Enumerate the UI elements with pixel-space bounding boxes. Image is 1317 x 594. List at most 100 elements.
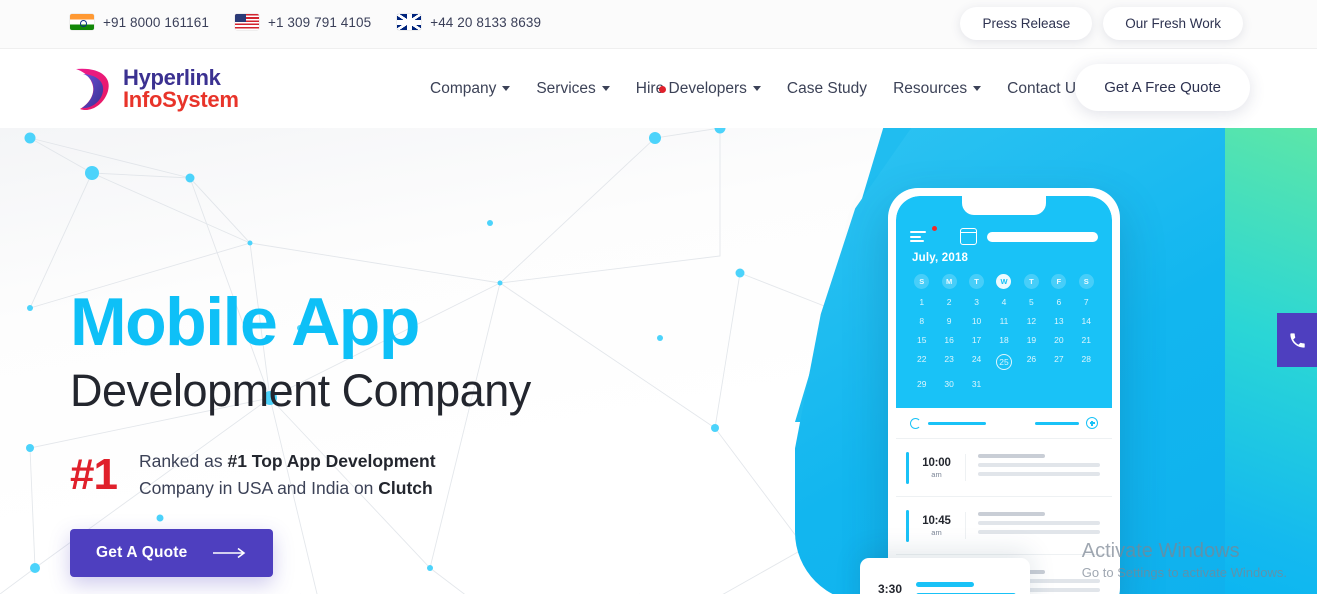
- schedule-slot[interactable]: 10:45 am: [896, 496, 1112, 554]
- calendar-day[interactable]: 23: [935, 352, 962, 371]
- press-release-button[interactable]: Press Release: [960, 7, 1093, 40]
- slot-time-value: 10:45: [922, 514, 951, 527]
- chevron-down-icon: [973, 86, 982, 91]
- calendar-day[interactable]: 2: [935, 295, 962, 308]
- calendar-dow-active: W: [990, 274, 1017, 289]
- phone-notch: [962, 196, 1046, 215]
- phone-item-uk[interactable]: +44 20 8133 8639: [397, 14, 541, 30]
- calendar-day[interactable]: 28: [1073, 352, 1100, 371]
- slot-placeholder-lines: [964, 454, 1113, 481]
- top-bar: +91 8000 161161 +1 309 791 4105 +44 20 8…: [0, 0, 1317, 49]
- schedule-slot[interactable]: 10:00 am: [896, 438, 1112, 496]
- phone-schedule-toolbar: [896, 408, 1112, 438]
- calendar-day[interactable]: 10: [963, 314, 990, 327]
- site-logo[interactable]: Hyperlink InfoSystem: [70, 65, 239, 113]
- calendar-day[interactable]: 8: [908, 314, 935, 327]
- calendar-dow: F: [1045, 274, 1072, 289]
- calendar-day[interactable]: 13: [1045, 314, 1072, 327]
- phone-item-india[interactable]: +91 8000 161161: [70, 14, 209, 30]
- nav-item-hire-developers[interactable]: Hire Developers: [636, 80, 761, 98]
- slot-time: 10:00 am: [909, 457, 965, 479]
- slot-time: 10:45 am: [909, 515, 965, 537]
- hero-copy: Mobile App Development Company: [70, 288, 710, 420]
- calendar-day[interactable]: 22: [908, 352, 935, 371]
- calendar-day[interactable]: 12: [1018, 314, 1045, 327]
- calendar-day[interactable]: 1: [908, 295, 935, 308]
- calendar-day[interactable]: 19: [1018, 333, 1045, 346]
- calendar-day[interactable]: 18: [990, 333, 1017, 346]
- phone-numbers-group: +91 8000 161161 +1 309 791 4105 +44 20 8…: [70, 14, 541, 30]
- get-a-free-quote-button[interactable]: Get A Free Quote: [1075, 64, 1250, 111]
- calendar-day[interactable]: 5: [1018, 295, 1045, 308]
- nav-links: Company Services Hire Developers Case St…: [430, 49, 1084, 128]
- phone-screen: July, 2018 S M T W T F S 1 2 3 4 5 6 7 8: [896, 196, 1112, 594]
- chevron-down-icon: [601, 86, 610, 91]
- calendar-day[interactable]: 29: [908, 377, 935, 390]
- our-fresh-work-button[interactable]: Our Fresh Work: [1103, 7, 1243, 40]
- rank-badge: #1: [70, 450, 118, 500]
- mini-card-lines: [916, 582, 1026, 594]
- nav-label: Hire Developers: [635, 79, 747, 97]
- phone-item-usa[interactable]: +1 309 791 4105: [234, 14, 371, 30]
- calendar-day[interactable]: 4: [990, 295, 1017, 308]
- phone-number-usa[interactable]: +1 309 791 4105: [268, 15, 371, 30]
- calendar-day[interactable]: 20: [1045, 333, 1072, 346]
- calendar-day[interactable]: 6: [1045, 295, 1072, 308]
- flag-uk-icon: [397, 14, 422, 30]
- nav-label: Company: [430, 79, 497, 97]
- calendar-day[interactable]: 3: [963, 295, 990, 308]
- phone-number-uk[interactable]: +44 20 8133 8639: [430, 15, 541, 30]
- toolbar-bar-left: [928, 421, 986, 425]
- calendar-dow: S: [1073, 274, 1100, 289]
- add-icon[interactable]: [1086, 417, 1098, 429]
- nav-label: Contact Us: [1007, 79, 1084, 97]
- floating-call-button[interactable]: [1277, 313, 1317, 367]
- ranking-block: #1 Ranked as #1 Top App Development Comp…: [70, 448, 436, 502]
- nav-item-services[interactable]: Services: [536, 79, 610, 98]
- calendar-day[interactable]: 31: [963, 377, 990, 390]
- arrow-right-icon: [213, 547, 246, 559]
- mini-card-time-value: 3:30: [877, 581, 903, 594]
- floating-schedule-card[interactable]: 3:30 pm: [860, 558, 1030, 594]
- rank-line-2: Company in USA and India on Clutch: [139, 475, 436, 502]
- flag-usa-icon: [234, 14, 259, 30]
- calendar-day[interactable]: 11: [990, 314, 1017, 327]
- calendar-dow: S: [908, 274, 935, 289]
- nav-item-resources[interactable]: Resources: [893, 80, 982, 98]
- nav-item-contact-us[interactable]: Contact Us: [1007, 80, 1084, 98]
- calendar-day[interactable]: 9: [935, 314, 962, 327]
- calendar-day[interactable]: 15: [908, 333, 935, 346]
- calendar-day[interactable]: 30: [935, 377, 962, 390]
- calendar-day-selected[interactable]: 25: [990, 352, 1017, 371]
- calendar-day[interactable]: 7: [1073, 295, 1100, 308]
- calendar-day[interactable]: 14: [1073, 314, 1100, 327]
- calendar-icon[interactable]: [960, 228, 977, 245]
- phone-search-bar[interactable]: [987, 231, 1098, 242]
- nav-item-company[interactable]: Company: [430, 79, 511, 98]
- calendar-day[interactable]: 17: [963, 333, 990, 346]
- phone-calendar-panel: July, 2018 S M T W T F S 1 2 3 4 5 6 7 8: [896, 196, 1112, 408]
- phone-app-bar: [910, 226, 1098, 245]
- calendar-day[interactable]: 21: [1073, 333, 1100, 346]
- slot-time-meridiem: am: [931, 527, 942, 537]
- phone-icon: [1289, 332, 1305, 348]
- slot-placeholder-lines: [964, 512, 1113, 539]
- calendar-day[interactable]: 26: [1018, 352, 1045, 371]
- toolbar-bar-right: [1035, 421, 1079, 425]
- calendar-grid: S M T W T F S 1 2 3 4 5 6 7 8 9 10 11 12…: [908, 274, 1100, 390]
- calendar-day[interactable]: 24: [963, 352, 990, 371]
- calendar-day[interactable]: 27: [1045, 352, 1072, 371]
- hamburger-menu-icon[interactable]: [910, 226, 937, 242]
- calendar-month-label: July, 2018: [912, 252, 969, 264]
- nav-label: Services: [536, 79, 596, 97]
- history-icon[interactable]: [910, 417, 921, 429]
- notification-dot-icon: [932, 226, 937, 231]
- get-a-quote-button[interactable]: Get A Quote: [70, 529, 274, 577]
- phone-mockup: July, 2018 S M T W T F S 1 2 3 4 5 6 7 8: [888, 188, 1120, 594]
- calendar-day[interactable]: 16: [935, 333, 962, 346]
- slot-time-value: 10:00: [922, 456, 951, 469]
- phone-number-india[interactable]: +91 8000 161161: [103, 15, 209, 30]
- nav-item-case-study[interactable]: Case Study: [787, 80, 867, 98]
- chevron-down-icon: [752, 86, 761, 91]
- hero-headline-primary: Mobile App: [70, 284, 420, 360]
